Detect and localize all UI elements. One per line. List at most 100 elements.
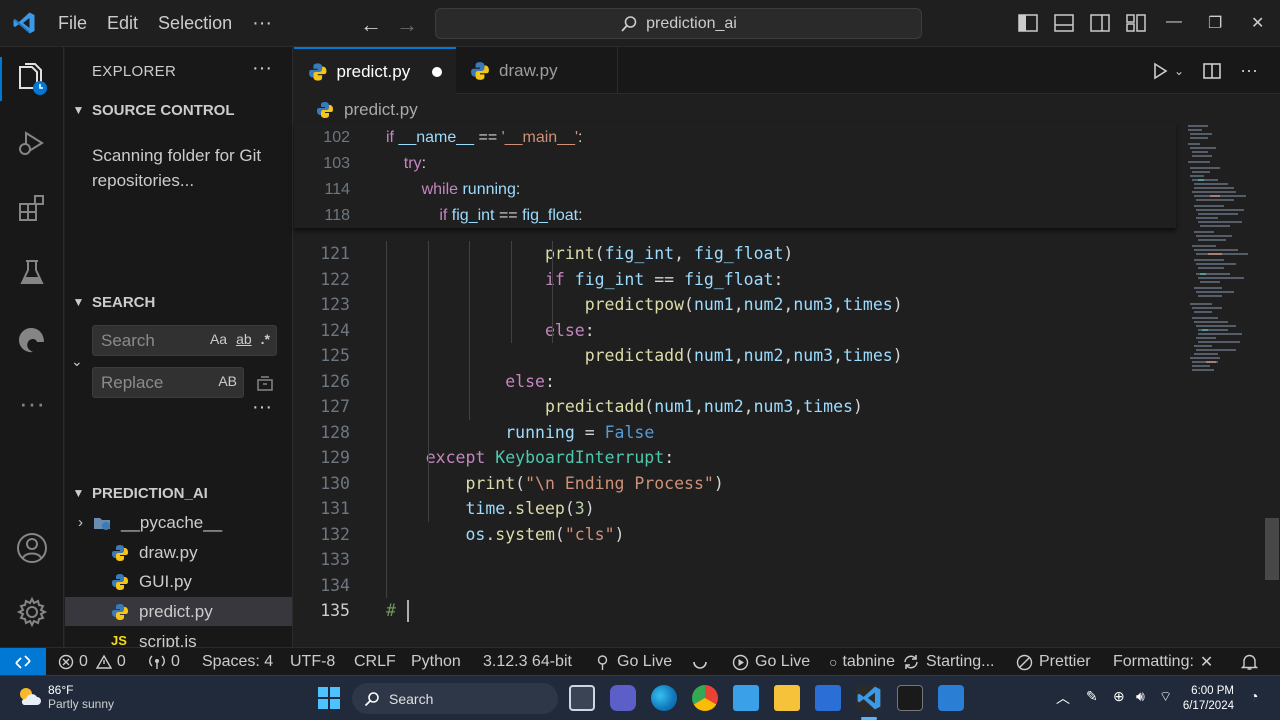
- encoding-indicator[interactable]: UTF-8: [290, 648, 335, 676]
- line-number: 125: [320, 346, 350, 365]
- toggle-sidebar-icon[interactable]: [1017, 12, 1039, 34]
- code-line[interactable]: 103 try:: [294, 151, 1180, 176]
- indentation-indicator[interactable]: Spaces: 4: [202, 648, 273, 676]
- sidebar-more-icon[interactable]: ···: [252, 57, 272, 80]
- run-debug-icon[interactable]: [14, 125, 50, 161]
- pen-icon[interactable]: ✎: [1086, 688, 1098, 705]
- chrome-browser-icon[interactable]: [692, 685, 718, 711]
- run-dropdown-chevron-icon[interactable]: ⌄: [1174, 64, 1184, 78]
- vertical-scrollbar[interactable]: [1262, 123, 1280, 643]
- sticky-scroll-header[interactable]: 102 if __name__ == '__main__': 103 try: 114…: [294, 123, 1176, 228]
- unsaved-dot-icon[interactable]: [432, 66, 442, 77]
- maximize-button[interactable]: ❐: [1208, 13, 1222, 33]
- regex-icon[interactable]: .*: [261, 331, 270, 347]
- eol-indicator[interactable]: CRLF: [354, 648, 396, 676]
- code-line[interactable]: 132 os.system("cls"): [294, 522, 1180, 547]
- source-control-section-header[interactable]: ▼ SOURCE CONTROL: [65, 97, 292, 123]
- wifi-icon[interactable]: ⌔: [1159, 688, 1172, 706]
- menu-edit[interactable]: Edit: [97, 13, 148, 34]
- weather-widget[interactable]: 86°F Partly sunny: [16, 683, 114, 711]
- close-icon[interactable]: ✕: [1200, 652, 1213, 672]
- taskbar-search[interactable]: Search: [352, 683, 558, 714]
- code-line[interactable]: 134: [294, 573, 1180, 598]
- ports-indicator[interactable]: 0: [148, 648, 180, 676]
- task-view-icon[interactable]: [569, 685, 595, 711]
- remote-desktop-icon[interactable]: [938, 685, 964, 711]
- replace-all-icon[interactable]: [255, 373, 275, 398]
- account-icon[interactable]: [14, 530, 50, 566]
- menu-more[interactable]: ···: [242, 12, 282, 35]
- tree-item-pycache[interactable]: › __pycache__: [65, 508, 292, 537]
- breadcrumb[interactable]: predict.py: [316, 97, 418, 123]
- code-line[interactable]: 102 if __name__ == '__main__':: [294, 125, 1180, 150]
- search-input[interactable]: Search Aa ab .*: [92, 325, 277, 356]
- tree-item-gui-py[interactable]: GUI.py: [65, 567, 292, 596]
- search-section-header[interactable]: ▼ SEARCH: [65, 289, 292, 315]
- code-line[interactable]: 133: [294, 547, 1180, 572]
- code-line[interactable]: 114 while running:: [294, 177, 1180, 202]
- minimize-button[interactable]: —: [1166, 13, 1182, 31]
- javascript-file-icon: JS: [111, 632, 127, 648]
- go-live-button[interactable]: Go Live: [594, 648, 672, 676]
- line-number: 134: [320, 575, 350, 595]
- customize-layout-icon[interactable]: [1125, 12, 1147, 34]
- speaker-icon[interactable]: 🔊︎: [1136, 688, 1145, 705]
- notification-center-icon[interactable]: ◔: [1250, 688, 1258, 704]
- python-interpreter[interactable]: 3.12.3 64-bit: [483, 648, 572, 676]
- windows-start-icon[interactable]: [318, 687, 340, 714]
- remote-indicator-icon[interactable]: [0, 648, 46, 676]
- split-editor-icon[interactable]: [1202, 61, 1222, 81]
- tab-predict-py[interactable]: predict.py: [294, 47, 456, 94]
- preserve-case-icon[interactable]: AB: [218, 373, 237, 389]
- go-live-button-2[interactable]: Go Live: [732, 648, 810, 676]
- tree-item-draw-py[interactable]: draw.py: [65, 538, 292, 567]
- tree-item-script-js[interactable]: JS script.js: [65, 627, 292, 648]
- taskbar-clock[interactable]: 6:00 PM 6/17/2024: [1183, 684, 1234, 714]
- show-hidden-icons-chevron-icon[interactable]: ︿: [1056, 688, 1070, 708]
- microsoft-store-icon[interactable]: [815, 685, 841, 711]
- scrollbar-thumb[interactable]: [1265, 518, 1279, 580]
- tab-draw-py[interactable]: draw.py: [456, 47, 618, 94]
- forward-arrow-icon[interactable]: →: [396, 12, 418, 38]
- file-explorer-icon[interactable]: [774, 685, 800, 711]
- problems-indicator[interactable]: 0 0: [58, 648, 126, 676]
- settings-gear-icon[interactable]: [14, 594, 50, 630]
- command-center-search[interactable]: prediction_ai: [435, 8, 922, 39]
- tree-item-predict-py[interactable]: predict.py: [65, 597, 292, 626]
- notepad-icon[interactable]: [733, 685, 759, 711]
- chevron-down-icon: ▼: [72, 295, 85, 309]
- code-line[interactable]: 118 if fig_int == fig_float:: [294, 203, 1180, 228]
- edge-browser-icon[interactable]: [651, 685, 677, 711]
- replace-input[interactable]: Replace AB: [92, 367, 244, 398]
- terminal-icon[interactable]: [897, 685, 923, 711]
- back-arrow-icon[interactable]: ←: [360, 12, 382, 38]
- testing-flask-icon[interactable]: [14, 255, 50, 291]
- extensions-icon[interactable]: [14, 190, 50, 226]
- language-server-status[interactable]: Starting...: [902, 648, 994, 676]
- toggle-secondary-sidebar-icon[interactable]: [1089, 12, 1111, 34]
- project-section-header[interactable]: ▼ PREDICTION_AI: [65, 480, 292, 506]
- prettier-indicator[interactable]: Prettier: [1016, 648, 1091, 676]
- toggle-replace-chevron-icon[interactable]: ⌄: [71, 353, 83, 370]
- close-button[interactable]: ✕: [1251, 13, 1264, 33]
- formatting-indicator[interactable]: Formatting: ✕: [1113, 648, 1213, 676]
- language-globe-icon[interactable]: ⊕: [1113, 688, 1125, 705]
- menu-file[interactable]: File: [48, 13, 97, 34]
- match-whole-word-icon[interactable]: ab: [236, 331, 252, 347]
- run-play-icon[interactable]: [1150, 61, 1170, 81]
- tabnine-indicator[interactable]: ○ tabnine: [829, 648, 895, 676]
- vscode-taskbar-icon[interactable]: [856, 685, 882, 711]
- more-views-icon[interactable]: ···: [14, 385, 50, 421]
- search-more-icon[interactable]: ···: [252, 396, 272, 419]
- explorer-icon[interactable]: [14, 61, 50, 97]
- notifications-bell-icon[interactable]: [1241, 648, 1258, 676]
- menu-selection[interactable]: Selection: [148, 13, 242, 34]
- language-mode[interactable]: Python: [411, 648, 461, 676]
- teams-chat-icon[interactable]: [610, 685, 636, 711]
- minimap[interactable]: [1180, 123, 1262, 643]
- editor-more-icon[interactable]: ···: [1240, 60, 1258, 81]
- edge-tools-icon[interactable]: [14, 322, 50, 358]
- match-case-icon[interactable]: Aa: [210, 331, 227, 347]
- toggle-panel-icon[interactable]: [1053, 12, 1075, 34]
- code-line[interactable]: 135 #: [294, 598, 1180, 623]
